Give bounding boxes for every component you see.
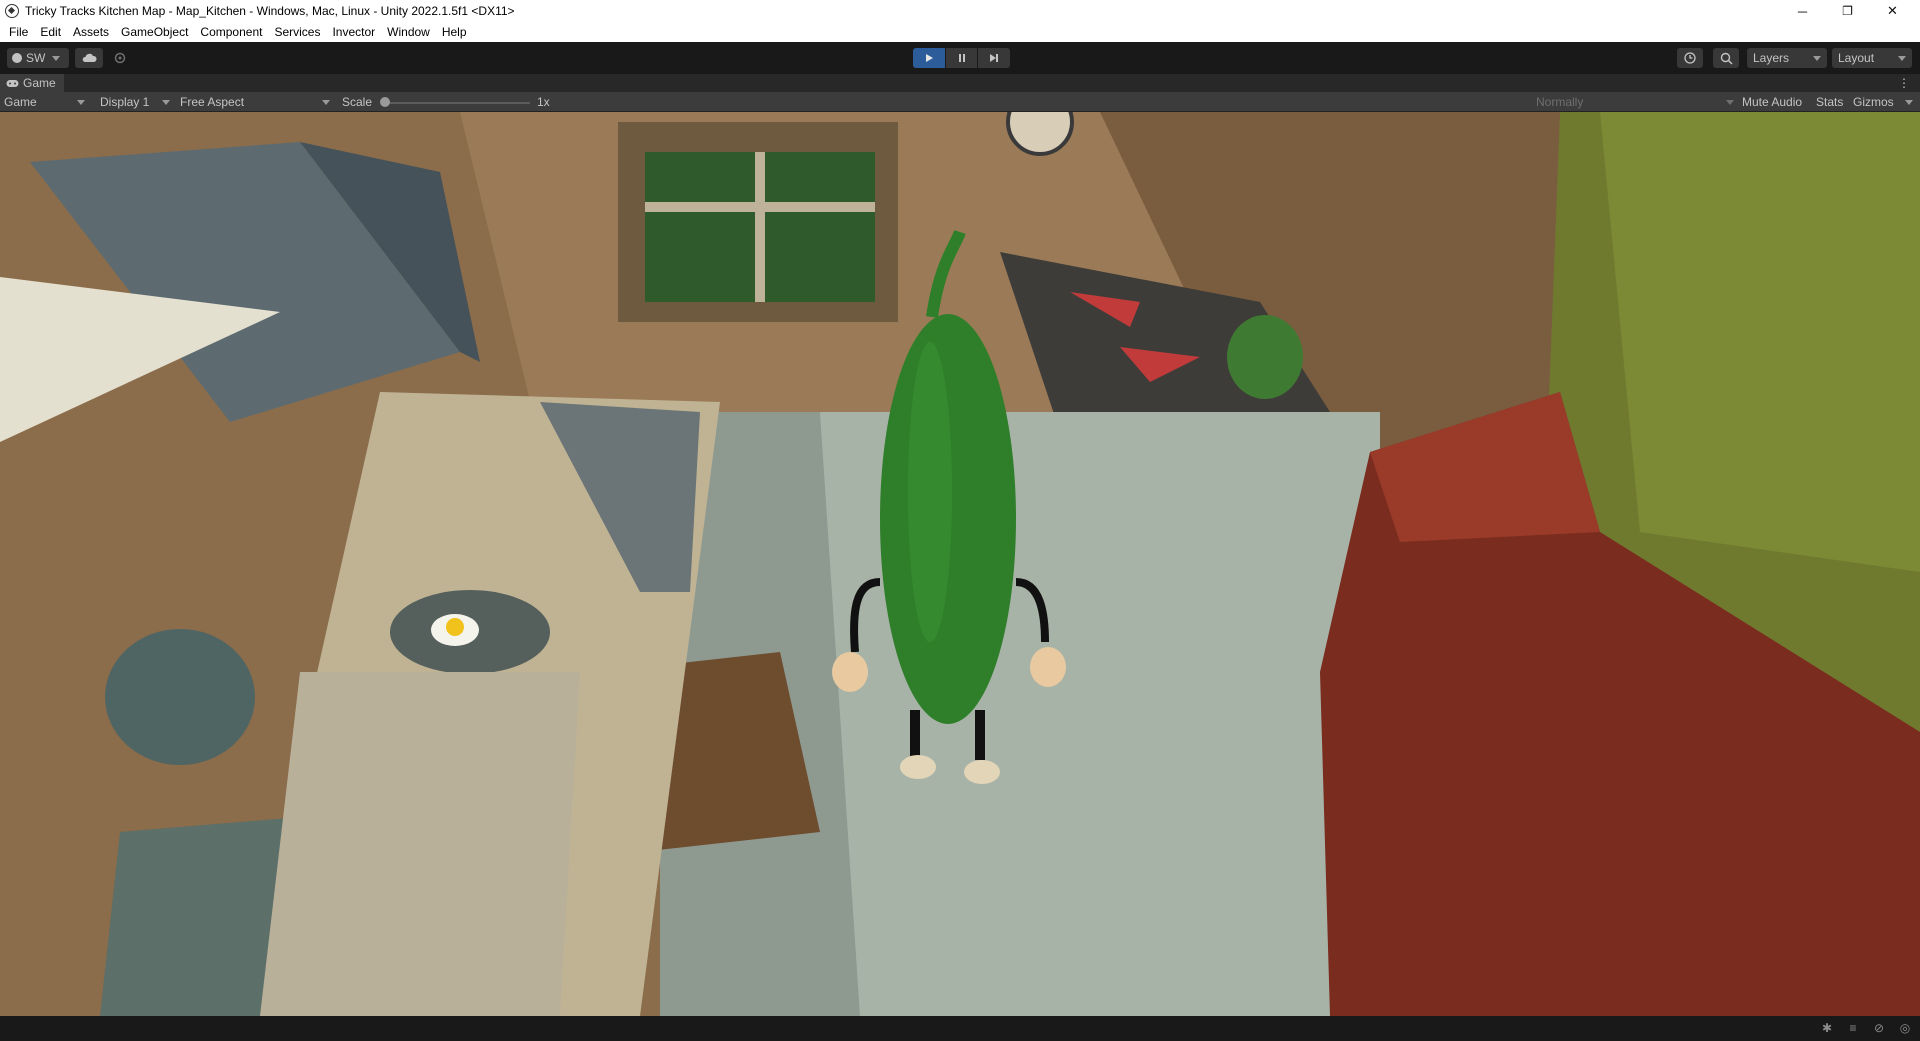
menu-component[interactable]: Component (194, 22, 268, 42)
account-label: SW (26, 51, 46, 65)
menu-window[interactable]: Window (381, 22, 436, 42)
main-toolbar: SW Layers Layout (0, 42, 1920, 74)
menu-invector[interactable]: Invector (326, 22, 381, 42)
scale-label: Scale (342, 95, 373, 109)
pause-button[interactable] (946, 48, 977, 68)
restore-button[interactable]: ❐ (1825, 0, 1870, 22)
play-button[interactable] (913, 48, 945, 68)
menu-help[interactable]: Help (436, 22, 473, 42)
stats-toggle[interactable]: Stats (1816, 92, 1843, 112)
history-icon (1684, 52, 1696, 64)
window-title: Tricky Tracks Kitchen Map - Map_Kitchen … (25, 4, 515, 18)
scale-slider-handle[interactable] (380, 97, 390, 107)
chevron-down-icon (1726, 100, 1734, 105)
menu-services[interactable]: Services (268, 22, 326, 42)
chevron-down-icon (322, 100, 330, 105)
game-view-toolbar: Game Display 1 Free Aspect Scale 1x Norm… (0, 92, 1920, 112)
aspect-dropdown[interactable]: Free Aspect (176, 92, 334, 112)
menu-gameobject[interactable]: GameObject (115, 22, 194, 42)
cloud-button[interactable] (75, 48, 103, 68)
view-mode-label: Game (4, 95, 37, 109)
step-icon (990, 54, 998, 62)
search-button[interactable] (1713, 48, 1739, 68)
chevron-down-icon (162, 100, 170, 105)
chevron-down-icon (77, 100, 85, 105)
game-viewport[interactable] (0, 112, 1920, 1016)
kitchen-scene-image (0, 112, 1920, 1016)
layout-label: Layout (1838, 51, 1875, 65)
layers-dropdown[interactable]: Layers (1747, 48, 1827, 68)
collab-icon (114, 52, 126, 64)
render-mode-label: Normally (1536, 95, 1584, 109)
tab-game-label: Game (23, 76, 56, 90)
bug-icon[interactable]: ✱ (1820, 1021, 1834, 1035)
scale-value: 1x (537, 95, 550, 109)
pause-icon (958, 54, 965, 62)
chevron-down-icon (1898, 56, 1906, 61)
chevron-down-icon (52, 55, 61, 61)
account-icon (12, 53, 22, 63)
close-button[interactable]: ✕ (1870, 0, 1915, 22)
more-options-icon[interactable]: ⋮ (1898, 76, 1910, 90)
unity-logo-icon (5, 4, 19, 18)
gizmos-toggle[interactable]: Gizmos (1853, 92, 1894, 112)
menu-bar: File Edit Assets GameObject Component Se… (0, 22, 1920, 42)
display-label: Display 1 (100, 95, 150, 109)
play-icon (926, 54, 933, 62)
scale-slider-track[interactable] (382, 102, 530, 104)
collab-button[interactable] (109, 48, 131, 68)
layers-label: Layers (1753, 51, 1790, 65)
account-dropdown[interactable]: SW (7, 48, 69, 68)
view-mode-dropdown[interactable]: Game (0, 92, 88, 112)
gizmos-dropdown-chevron-icon[interactable] (1905, 100, 1913, 105)
search-icon (1720, 52, 1733, 65)
menu-assets[interactable]: Assets (67, 22, 115, 42)
game-controller-icon (6, 79, 19, 87)
database-icon[interactable]: ≡ (1846, 1021, 1860, 1035)
window-title-bar: Tricky Tracks Kitchen Map - Map_Kitchen … (0, 0, 1920, 22)
cloud-icon (82, 53, 97, 62)
network-icon[interactable]: ⊘ (1872, 1021, 1886, 1035)
undo-history-button[interactable] (1677, 48, 1703, 68)
menu-edit[interactable]: Edit (34, 22, 67, 42)
step-button[interactable] (978, 48, 1010, 68)
layout-dropdown[interactable]: Layout (1832, 48, 1912, 68)
check-circle-icon[interactable]: ◎ (1898, 1021, 1912, 1035)
chevron-down-icon (1813, 56, 1821, 61)
tab-game[interactable]: Game (0, 74, 64, 92)
display-dropdown[interactable]: Display 1 (96, 92, 174, 112)
aspect-label: Free Aspect (180, 95, 245, 109)
game-tab-bar: Game ⋮ (0, 74, 1920, 92)
render-mode-dropdown[interactable]: Normally (1533, 92, 1738, 112)
status-bar: ✱ ≡ ⊘ ◎ (0, 1016, 1920, 1041)
minimize-button[interactable]: ─ (1780, 0, 1825, 22)
menu-file[interactable]: File (3, 22, 34, 42)
mute-audio-toggle[interactable]: Mute Audio (1742, 92, 1802, 112)
